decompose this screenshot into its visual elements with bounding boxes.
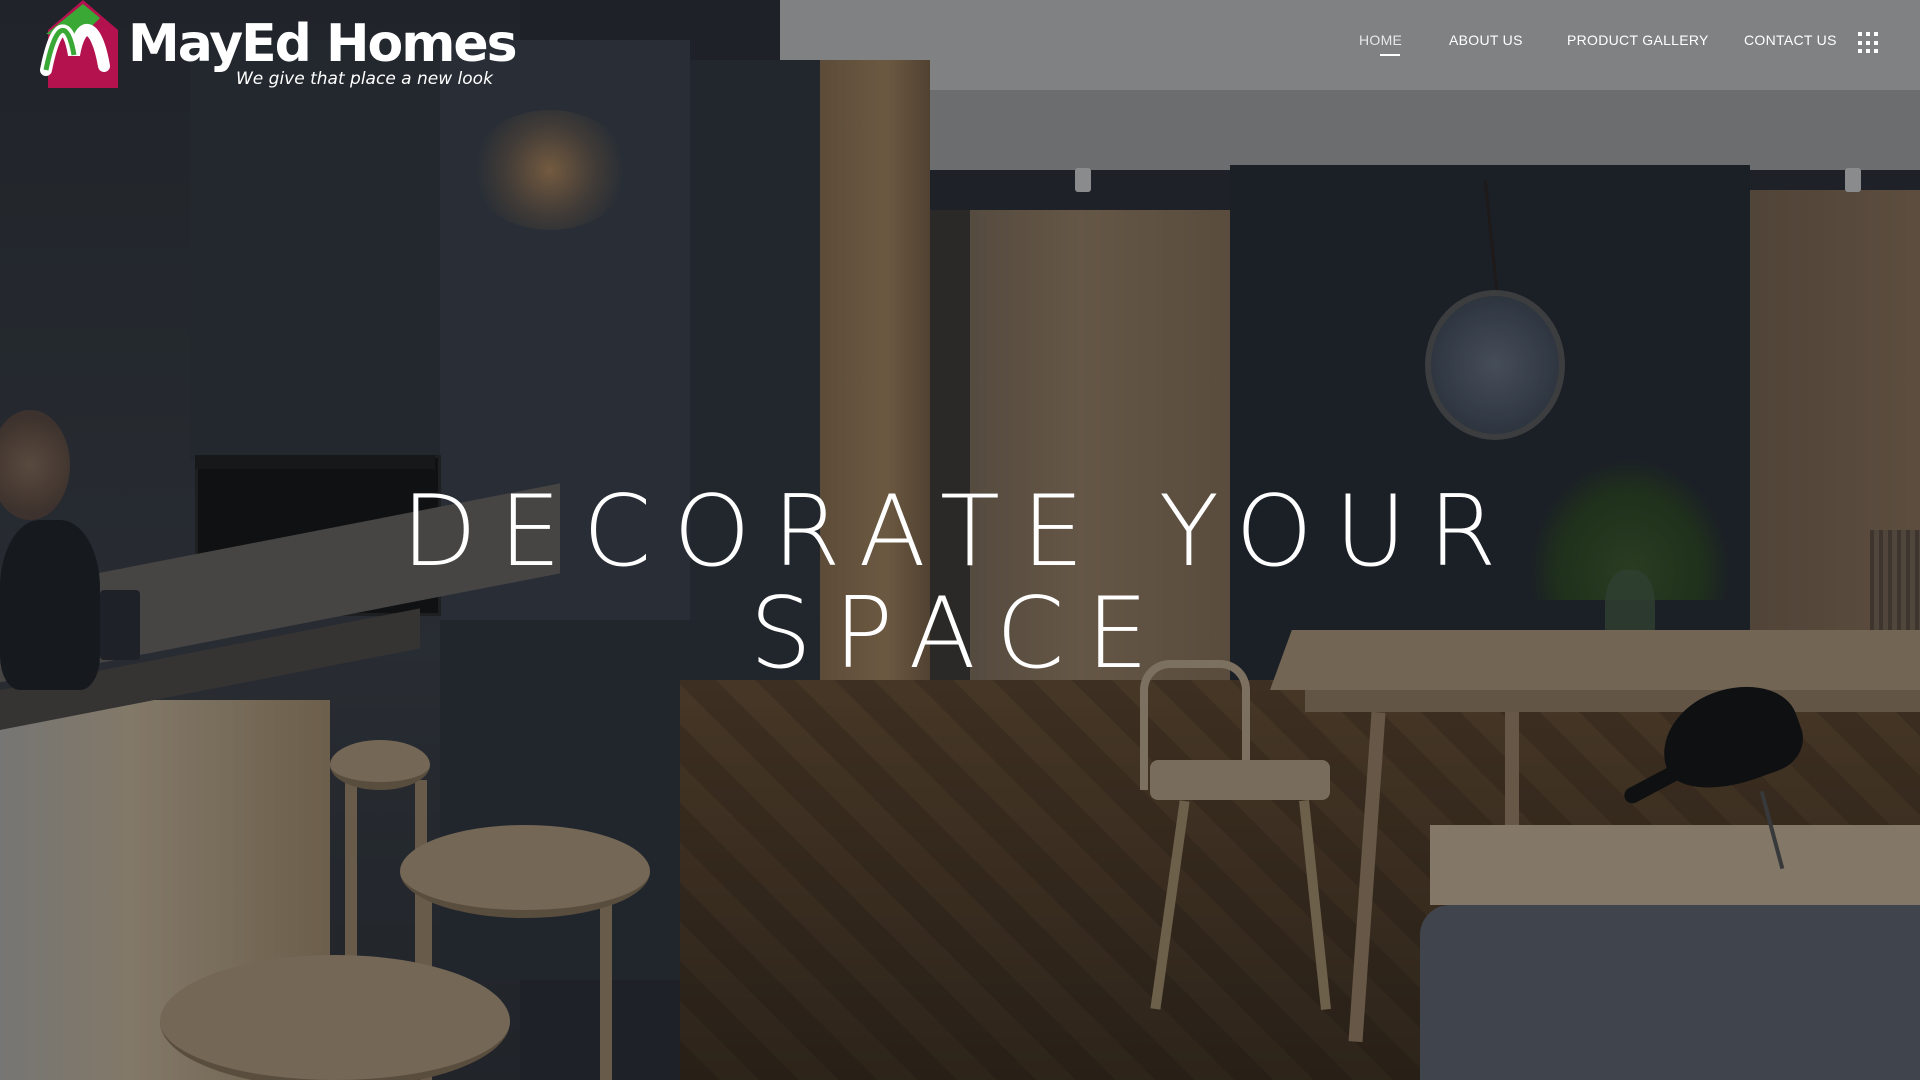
brand-tagline: We give that place a new look — [236, 69, 493, 89]
nav-item-home[interactable]: HOME — [1359, 32, 1402, 48]
nav-item-contact-us[interactable]: CONTACT US — [1744, 32, 1837, 48]
brand-name: MayEd Homes — [128, 14, 518, 74]
grid-menu-icon[interactable] — [1858, 32, 1880, 54]
hero-title-line-1: DECORATE YOUR — [401, 474, 1519, 589]
nav-item-about-us[interactable]: ABOUT US — [1449, 32, 1523, 48]
site-header: MayEd Homes We give that place a new loo… — [0, 0, 1920, 90]
hero-title-line-2: SPACE — [749, 576, 1171, 691]
nav-active-indicator — [1380, 54, 1400, 56]
nav-item-product-gallery[interactable]: PRODUCT GALLERY — [1567, 32, 1709, 48]
logo-mark-icon — [40, 0, 118, 88]
brand-logo[interactable]: MayEd Homes We give that place a new loo… — [38, 0, 518, 95]
hero-title: DECORATE YOUR SPACE — [0, 481, 1920, 685]
